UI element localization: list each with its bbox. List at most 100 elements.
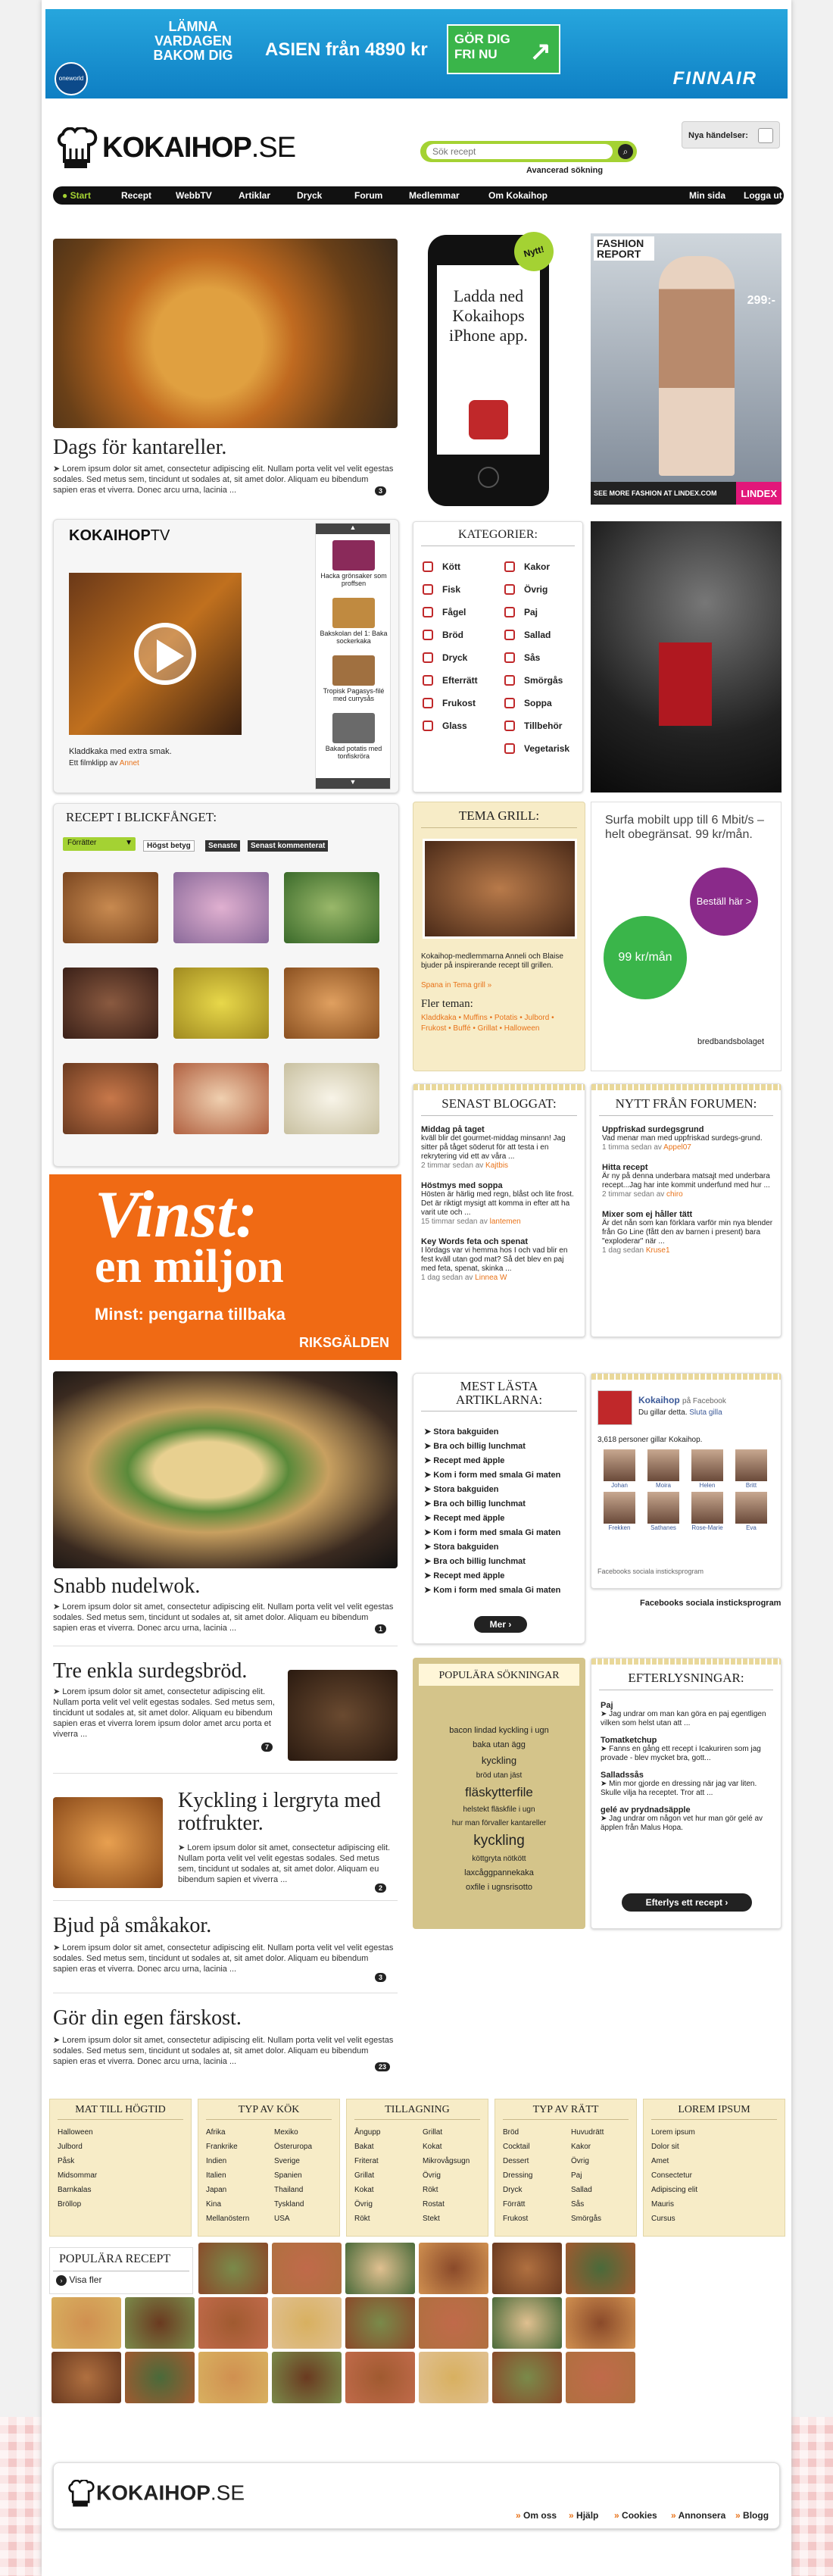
search-term-link[interactable]: kyckling <box>420 1833 578 1849</box>
tv-author-link[interactable]: Annet <box>120 759 139 767</box>
category-link[interactable]: Rökt <box>423 2186 488 2200</box>
category-link[interactable]: Julbord <box>58 2143 123 2157</box>
search-term-link[interactable]: bacon lindad kyckling i ugn <box>420 1726 578 1735</box>
category-link[interactable]: Paj <box>571 2171 636 2186</box>
category-link[interactable]: Övrig <box>423 2171 488 2186</box>
tv-caption[interactable]: Kladdkaka med extra smak. <box>69 747 172 756</box>
category-link[interactable]: Paj <box>504 605 569 628</box>
article-image-surdeg[interactable] <box>288 1670 398 1761</box>
post-author-link[interactable]: lantemen <box>490 1218 521 1226</box>
search-term-link[interactable]: kyckling <box>420 1755 578 1766</box>
nav-min-sida[interactable]: Min sida <box>689 190 725 201</box>
popular-recipe-thumb[interactable] <box>51 2352 121 2403</box>
category-link[interactable]: Frukost <box>503 2215 568 2229</box>
category-link[interactable]: Huvudrätt <box>571 2128 636 2143</box>
category-link[interactable]: Övrig <box>571 2157 636 2171</box>
nav-dryck[interactable]: Dryck <box>297 190 322 201</box>
post-author-link[interactable]: chiro <box>666 1190 683 1199</box>
category-link[interactable]: Grillat <box>423 2128 488 2143</box>
recipe-thumb[interactable] <box>173 968 269 1039</box>
article-link[interactable]: ➤ Bra och billig lunchmat <box>424 1556 580 1571</box>
search-term-link[interactable]: laxcåggpannekaka <box>420 1868 578 1877</box>
category-link[interactable]: Påsk <box>58 2157 123 2171</box>
finnair-banner-ad[interactable]: oneworld LÄMNA VARDAGEN BAKOM DIG ASIEN … <box>45 9 788 98</box>
category-link[interactable]: Stekt <box>423 2215 488 2229</box>
facebook-person[interactable]: Moira <box>644 1449 683 1489</box>
tema-grill-link[interactable]: Spana in Tema grill » <box>421 981 491 989</box>
category-link[interactable]: Mikrovågsugn <box>423 2157 488 2171</box>
category-link[interactable]: Kakor <box>571 2143 636 2157</box>
nav-om-kokaihop[interactable]: Om Kokaihop <box>488 190 548 201</box>
popular-recipe-thumb[interactable] <box>272 2352 342 2403</box>
request-title[interactable]: Tomatketchup <box>601 1736 773 1745</box>
popular-recipe-thumb[interactable] <box>566 2297 635 2349</box>
category-link[interactable]: Frukost <box>423 696 478 719</box>
category-link[interactable]: Midsommar <box>58 2171 123 2186</box>
playlist-down-icon[interactable]: ▼ <box>316 778 390 789</box>
article-link[interactable]: ➤ Stora bakguiden <box>424 1484 580 1499</box>
popular-recipe-thumb[interactable] <box>198 2297 268 2349</box>
advanced-search-link[interactable]: Avancerad sökning <box>526 166 603 175</box>
article-link[interactable]: ➤ Stora bakguiden <box>424 1427 580 1441</box>
tab-senaste[interactable]: Senaste <box>205 840 241 852</box>
playlist-thumb-2[interactable] <box>332 598 375 628</box>
category-link[interactable]: Dryck <box>503 2186 568 2200</box>
post-item[interactable]: Hitta recept Är ny på denna underbara mat… <box>602 1163 773 1199</box>
mer-button[interactable]: Mer › <box>474 1616 527 1633</box>
category-link[interactable]: Cocktail <box>503 2143 568 2157</box>
post-author-link[interactable]: Linnea W <box>475 1274 507 1282</box>
category-link[interactable]: Rökt <box>354 2215 420 2229</box>
category-link[interactable]: Övrig <box>354 2200 420 2215</box>
request-item[interactable]: Paj ➤ Jag undrar om man kan göra en paj e… <box>601 1701 773 1728</box>
popular-recipe-thumb[interactable] <box>198 2352 268 2403</box>
hero-image[interactable] <box>53 239 398 428</box>
category-link[interactable]: Spanien <box>274 2171 339 2186</box>
post-title[interactable]: Hitta recept <box>602 1163 773 1172</box>
facebook-person[interactable]: Rose-Marie <box>688 1492 727 1531</box>
category-link[interactable]: Sverige <box>274 2157 339 2171</box>
popular-recipe-thumb[interactable] <box>272 2243 342 2294</box>
comment-count-badge[interactable]: 7 <box>261 1743 273 1752</box>
category-link[interactable]: Glass <box>423 719 478 742</box>
comment-count-badge[interactable]: 3 <box>375 486 387 496</box>
recipe-thumb[interactable] <box>63 872 158 943</box>
search-icon[interactable]: ⌕ <box>618 144 633 159</box>
comment-count-badge[interactable]: 3 <box>375 1973 387 1982</box>
search-term-link[interactable]: oxfile i ugnsrisotto <box>420 1883 578 1892</box>
article-title[interactable]: Tre enkla surdegsbröd. <box>53 1659 247 1683</box>
recipe-thumb[interactable] <box>284 1063 379 1134</box>
category-link[interactable]: Barnkalas <box>58 2186 123 2200</box>
nav-medlemmar[interactable]: Medlemmar <box>409 190 460 201</box>
play-icon[interactable] <box>134 623 196 685</box>
category-link[interactable]: Soppa <box>504 696 569 719</box>
article-link[interactable]: ➤ Kom i form med smala Gi maten <box>424 1585 580 1599</box>
popular-recipe-thumb[interactable] <box>198 2243 268 2294</box>
search-term-link[interactable]: bröd utan jäst <box>420 1771 578 1780</box>
category-link[interactable]: Bröd <box>503 2128 568 2143</box>
category-link[interactable]: Övrig <box>504 583 569 605</box>
facebook-person[interactable]: Britt <box>732 1449 771 1489</box>
facebook-person[interactable]: Sathanes <box>644 1492 683 1531</box>
post-item[interactable]: Key Words feta och spenat I lördags var v… <box>421 1237 579 1283</box>
post-title[interactable]: Höstmys med soppa <box>421 1181 579 1190</box>
popular-recipe-thumb[interactable] <box>51 2297 121 2349</box>
popular-recipe-thumb[interactable] <box>345 2297 415 2349</box>
category-link[interactable]: Fågel <box>423 605 478 628</box>
post-author-link[interactable]: Kruse1 <box>646 1246 670 1255</box>
category-link[interactable]: Smörgås <box>504 674 569 696</box>
category-link[interactable]: Friterat <box>354 2157 420 2171</box>
tv-video-thumbnail[interactable] <box>69 573 242 735</box>
category-link[interactable]: Halloween <box>58 2128 123 2143</box>
category-link[interactable]: Efterrätt <box>423 674 478 696</box>
category-link[interactable]: Tillbehör <box>504 719 569 742</box>
article-link[interactable]: ➤ Recept med äpple <box>424 1571 580 1585</box>
category-link[interactable]: Cursus <box>651 2215 716 2229</box>
category-link[interactable]: Bröllop <box>58 2200 123 2215</box>
category-link[interactable]: Lorem ipsum <box>651 2128 716 2143</box>
iphone-ad[interactable]: Ladda ned Kokaihops iPhone app. Nytt! <box>428 227 558 506</box>
article-title[interactable]: Kyckling i lergryta med rotfrukter. <box>178 1790 398 1835</box>
request-title[interactable]: Salladssås <box>601 1771 773 1780</box>
playlist-item-3[interactable]: Tropisk Pagasys-filé med currysås <box>319 687 388 702</box>
category-link[interactable]: Japan <box>206 2186 271 2200</box>
facebook-page-avatar[interactable] <box>597 1390 632 1425</box>
